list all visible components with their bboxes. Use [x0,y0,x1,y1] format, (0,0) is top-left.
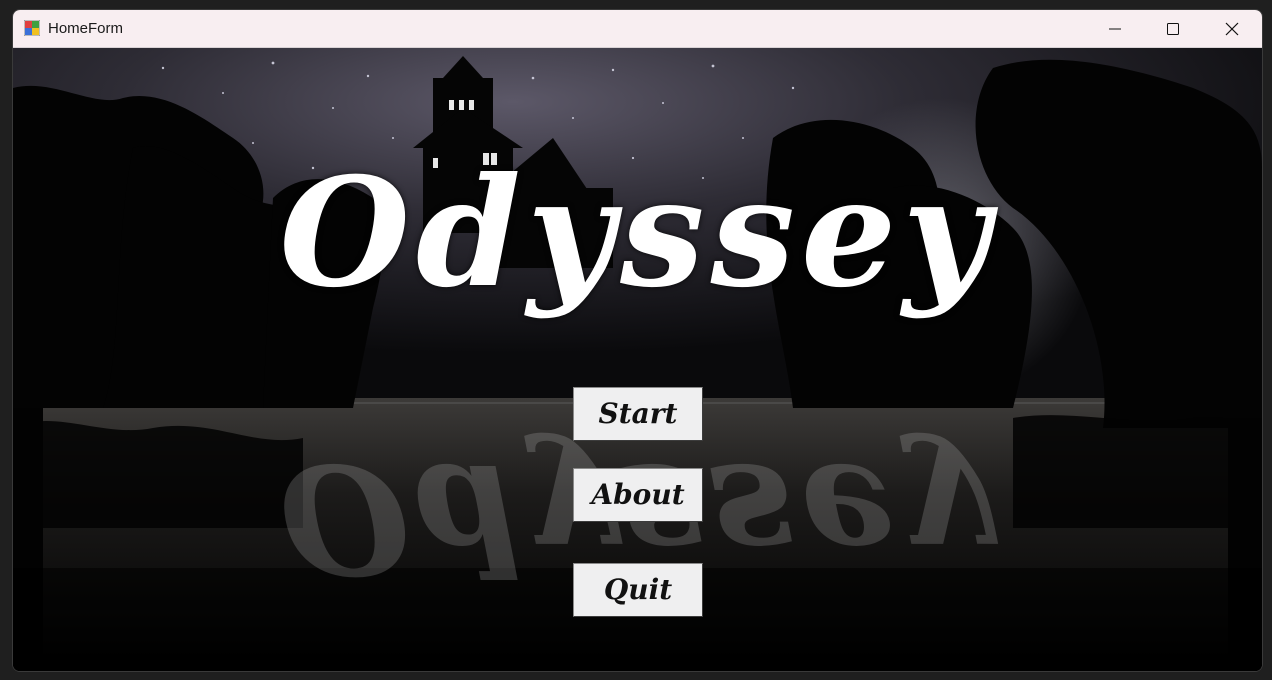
close-icon [1225,22,1239,35]
about-button[interactable]: About [573,468,703,522]
window-title: HomeForm [48,20,124,37]
game-logo: Odyssey [279,145,996,321]
maximize-button[interactable] [1144,10,1202,47]
title-bar[interactable]: HomeForm [13,10,1262,48]
quit-button[interactable]: Quit [573,563,703,617]
app-icon [24,20,40,36]
start-button[interactable]: Start [573,387,703,441]
close-button[interactable] [1203,10,1261,47]
app-window: HomeForm Odyssey Start About Quit [12,9,1263,672]
minimize-icon [1109,28,1121,29]
maximize-icon [1167,22,1179,35]
game-menu-screen: Odyssey Odyssey Start About Quit [13,48,1262,671]
minimize-button[interactable] [1086,10,1144,47]
